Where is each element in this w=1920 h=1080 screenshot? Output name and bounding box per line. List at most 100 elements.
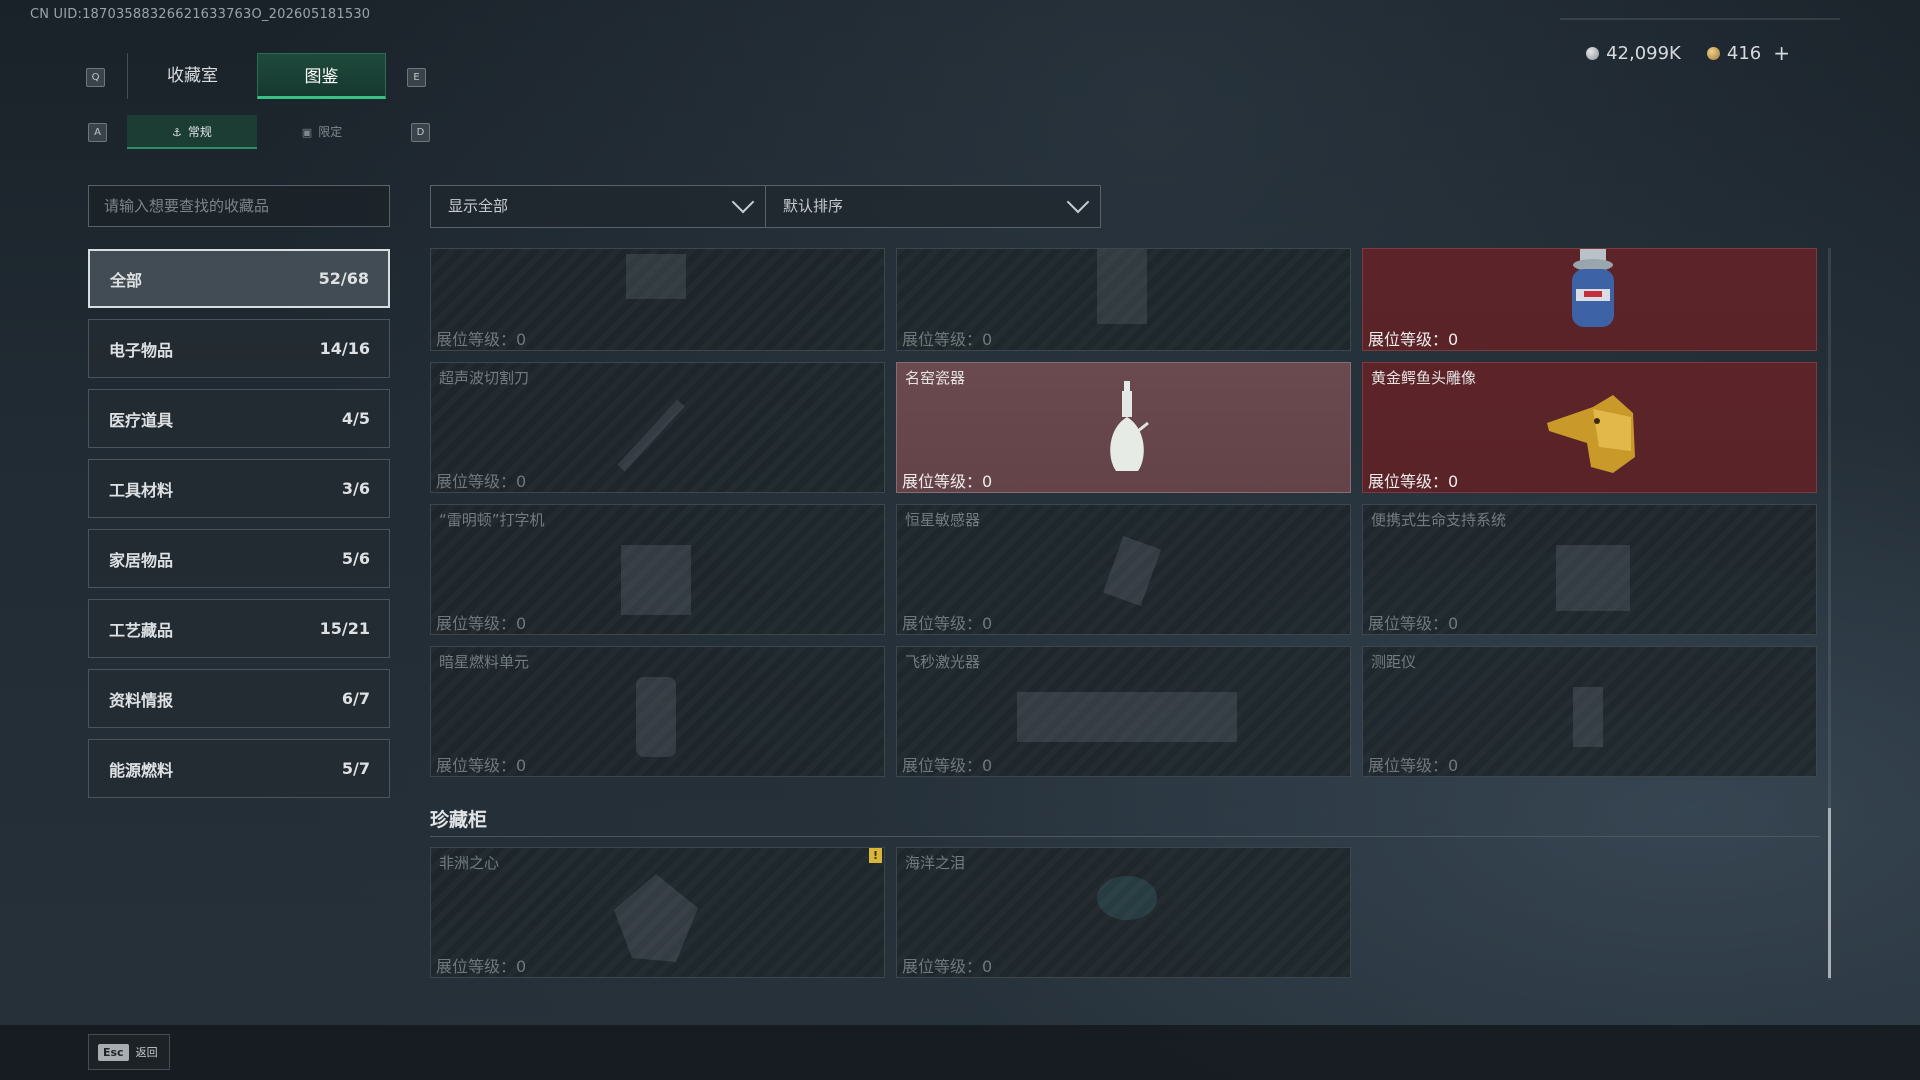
category-count: 15/21 [319, 619, 370, 638]
currency-bar: 42,099K 416 + [1586, 41, 1790, 65]
item-level: 展位等级：0 [1368, 756, 1459, 775]
item-name: 便携式生命支持系统 [1371, 511, 1507, 529]
subtab-limited[interactable]: ▣ 限定 [257, 115, 387, 149]
item-level: 展位等级：0 [902, 472, 993, 491]
category-count: 3/6 [341, 479, 370, 498]
item-level: 展位等级：0 [1368, 330, 1459, 349]
item-level: 展位等级：0 [902, 330, 993, 349]
image-icon: ▣ [301, 126, 313, 139]
item-name: “雷明顿”打字机 [439, 511, 545, 529]
rangefinder-silhouette-icon [1573, 687, 1603, 747]
scrollbar[interactable] [1828, 248, 1831, 980]
item-level: 展位等级：0 [902, 756, 993, 775]
fuel-cell-silhouette-icon [636, 677, 676, 757]
filter-dropdown-value: 显示全部 [448, 197, 509, 215]
scrollbar-thumb[interactable] [1828, 808, 1831, 978]
category-count: 5/6 [341, 549, 370, 568]
category-count: 6/7 [341, 689, 370, 708]
sub-tabs: ⚓ 常规 ▣ 限定 [127, 115, 387, 149]
category-tools[interactable]: 工具材料 3/6 [88, 459, 390, 518]
category-all[interactable]: 全部 52/68 [88, 249, 390, 308]
category-count: 4/5 [341, 409, 370, 428]
item-name: 黄金鳄鱼头雕像 [1371, 369, 1477, 387]
category-label: 全部 [110, 270, 143, 290]
gas-canister-icon [1572, 249, 1614, 327]
item-name: 飞秒激光器 [905, 653, 981, 671]
sort-dropdown[interactable]: 默认排序 [765, 185, 1101, 228]
item-level: 展位等级：0 [902, 957, 993, 976]
item-card[interactable]: 恒星敏感器 展位等级：0 [896, 504, 1351, 635]
item-name: 测距仪 [1371, 653, 1417, 671]
back-button[interactable]: Esc 返回 [88, 1034, 170, 1070]
item-name: 超声波切割刀 [439, 369, 530, 387]
subtab-regular-label: 常规 [187, 125, 212, 139]
item-name: 恒星敏感器 [905, 511, 981, 529]
chevron-down-icon [731, 190, 755, 214]
item-card[interactable]: 海洋之泪 展位等级：0 [896, 847, 1351, 978]
category-intel[interactable]: 资料情报 6/7 [88, 669, 390, 728]
item-level: 展位等级：0 [1368, 472, 1459, 491]
category-label: 医疗道具 [109, 410, 174, 430]
category-label: 电子物品 [109, 340, 174, 360]
esc-key-hint: Esc [98, 1043, 129, 1061]
key-hint-next-tab: E [407, 68, 426, 87]
item-silhouette-icon [626, 254, 686, 299]
laser-silhouette-icon [1017, 692, 1237, 742]
gold-coin-icon [1706, 46, 1720, 60]
category-electronics[interactable]: 电子物品 14/16 [88, 319, 390, 378]
key-hint-next-subtab: D [411, 123, 430, 142]
category-label: 资料情报 [109, 690, 174, 710]
search-input[interactable]: 请输入想要查找的收藏品 [88, 185, 390, 227]
category-household[interactable]: 家居物品 5/6 [88, 529, 390, 588]
item-card[interactable]: 非洲之心 ! 展位等级：0 [430, 847, 885, 978]
item-card[interactable]: “雷明顿”打字机 展位等级：0 [430, 504, 885, 635]
category-label: 家居物品 [109, 550, 174, 570]
filter-dropdown[interactable]: 显示全部 [430, 185, 766, 228]
category-count: 14/16 [319, 339, 370, 358]
item-card[interactable]: 飞秒激光器 展位等级：0 [896, 646, 1351, 777]
add-currency-button[interactable]: + [1773, 41, 1790, 65]
item-card[interactable]: 名窑瓷器 展位等级：0 [896, 362, 1351, 493]
item-card[interactable]: 测距仪 展位等级：0 [1362, 646, 1817, 777]
category-label: 能源燃料 [109, 760, 174, 780]
tab-collection-room[interactable]: 收藏室 [127, 53, 257, 99]
category-list: 全部 52/68 电子物品 14/16 医疗道具 4/5 工具材料 3/6 家居物品 5/… [88, 249, 390, 809]
item-name: 海洋之泪 [905, 854, 966, 872]
item-name: 非洲之心 [439, 854, 500, 872]
sort-dropdown-value: 默认排序 [783, 197, 844, 215]
tab-codex[interactable]: 图鉴 [257, 53, 386, 99]
category-medical[interactable]: 医疗道具 4/5 [88, 389, 390, 448]
item-level: 展位等级：0 [436, 472, 527, 491]
star-sensor-silhouette-icon [1102, 535, 1162, 607]
section-divider [430, 836, 1820, 837]
footer-bar [0, 1025, 1920, 1080]
key-hint-prev-tab: Q [86, 68, 105, 87]
bottle-icon: ⚓ [172, 126, 182, 139]
item-level: 展位等级：0 [436, 330, 527, 349]
key-hint-prev-subtab: A [88, 123, 107, 142]
section-title: 珍藏柜 [430, 809, 488, 831]
category-label: 工艺藏品 [109, 620, 174, 640]
category-label: 工具材料 [109, 480, 174, 500]
porcelain-vase-icon [1110, 381, 1149, 471]
item-name: 暗星燃料单元 [439, 653, 530, 671]
subtab-limited-label: 限定 [318, 125, 343, 139]
typewriter-silhouette-icon [621, 545, 691, 615]
item-card[interactable]: 便携式生命支持系统 展位等级：0 [1362, 504, 1817, 635]
golden-crocodile-icon [1547, 395, 1635, 473]
item-card[interactable]: 黄金鳄鱼头雕像 展位等级：0 [1362, 362, 1817, 493]
uid-label: CN UID:18703588326621633763О_20260518153… [30, 7, 371, 22]
item-card[interactable]: 展位等级：0 [430, 248, 885, 351]
item-card[interactable]: 暗星燃料单元 展位等级：0 [430, 646, 885, 777]
item-level: 展位等级：0 [1368, 614, 1459, 633]
silver-amount: 42,099K [1606, 42, 1681, 64]
category-energy[interactable]: 能源燃料 5/7 [88, 739, 390, 798]
subtab-regular[interactable]: ⚓ 常规 [127, 115, 257, 149]
item-card[interactable]: 展位等级：0 [896, 248, 1351, 351]
item-card[interactable]: 展位等级：0 [1362, 248, 1817, 351]
category-crafts[interactable]: 工艺藏品 15/21 [88, 599, 390, 658]
item-card[interactable]: 超声波切割刀 展位等级：0 [430, 362, 885, 493]
item-name: 名窑瓷器 [905, 369, 966, 387]
item-level: 展位等级：0 [436, 756, 527, 775]
category-count: 5/7 [341, 759, 370, 778]
